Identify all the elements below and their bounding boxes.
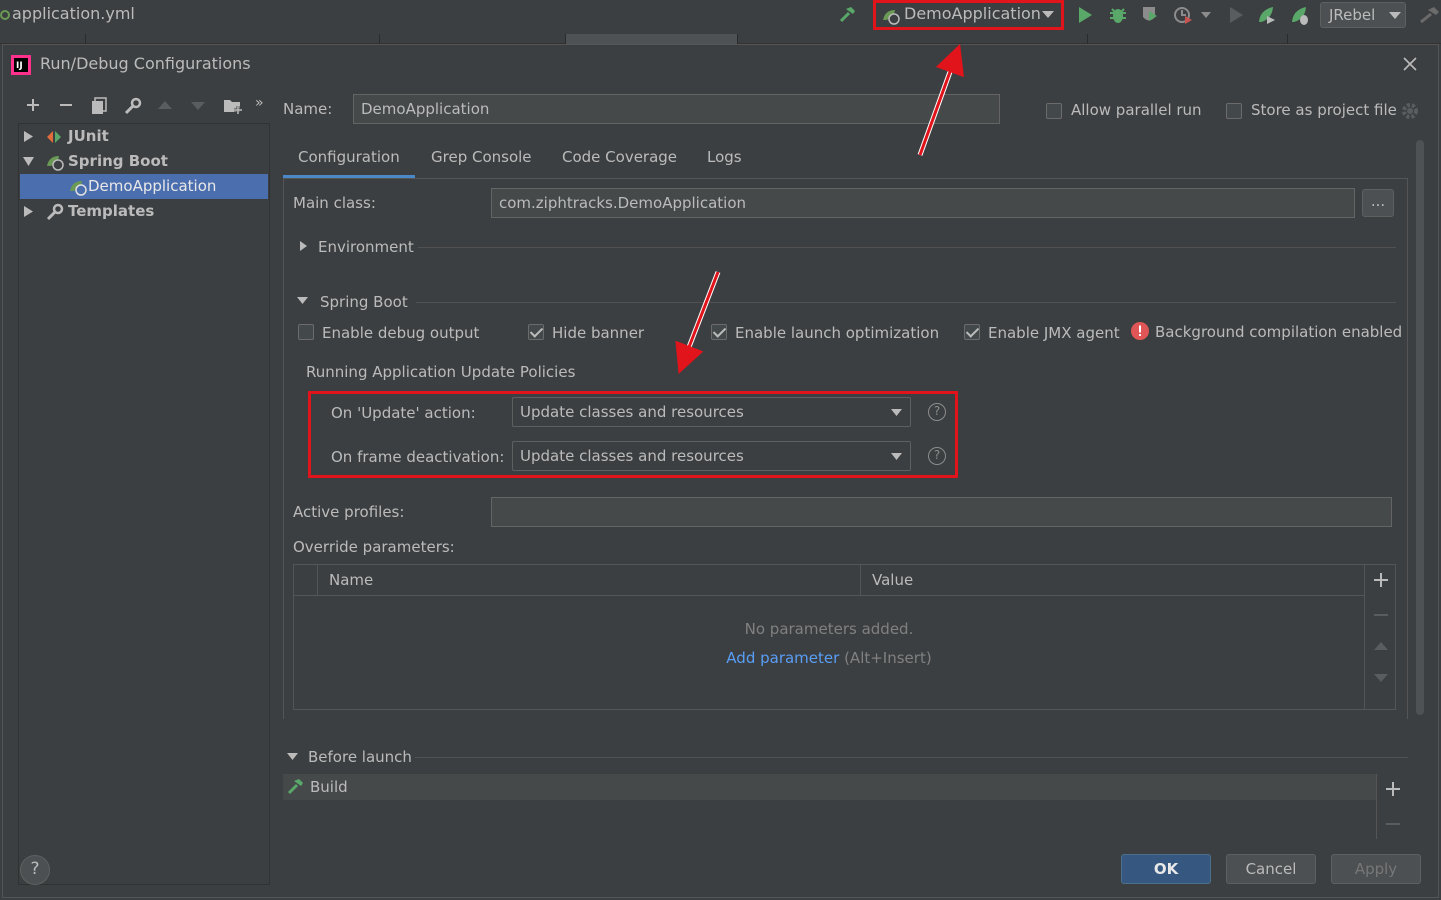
annotation-arrows <box>675 43 965 374</box>
